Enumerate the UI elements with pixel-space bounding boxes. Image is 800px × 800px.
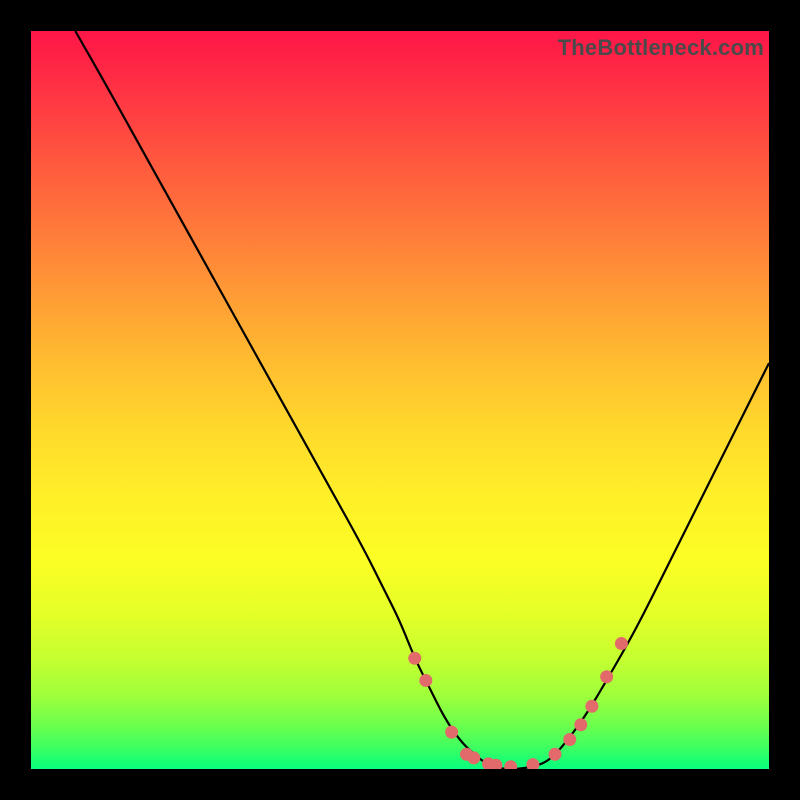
bottleneck-curve: [75, 31, 769, 769]
chart-frame: TheBottleneck.com: [0, 0, 800, 800]
marker-dot: [563, 733, 576, 746]
marker-dot: [504, 760, 517, 769]
marker-dot: [467, 751, 480, 764]
marker-dot: [615, 637, 628, 650]
curve-layer: [31, 31, 769, 769]
marker-dot: [600, 670, 613, 683]
marker-dots: [408, 637, 628, 769]
plot-area: TheBottleneck.com: [31, 31, 769, 769]
marker-dot: [419, 674, 432, 687]
marker-dot: [548, 748, 561, 761]
marker-dot: [574, 718, 587, 731]
marker-dot: [408, 652, 421, 665]
marker-dot: [445, 726, 458, 739]
marker-dot: [585, 700, 598, 713]
marker-dot: [526, 758, 539, 769]
